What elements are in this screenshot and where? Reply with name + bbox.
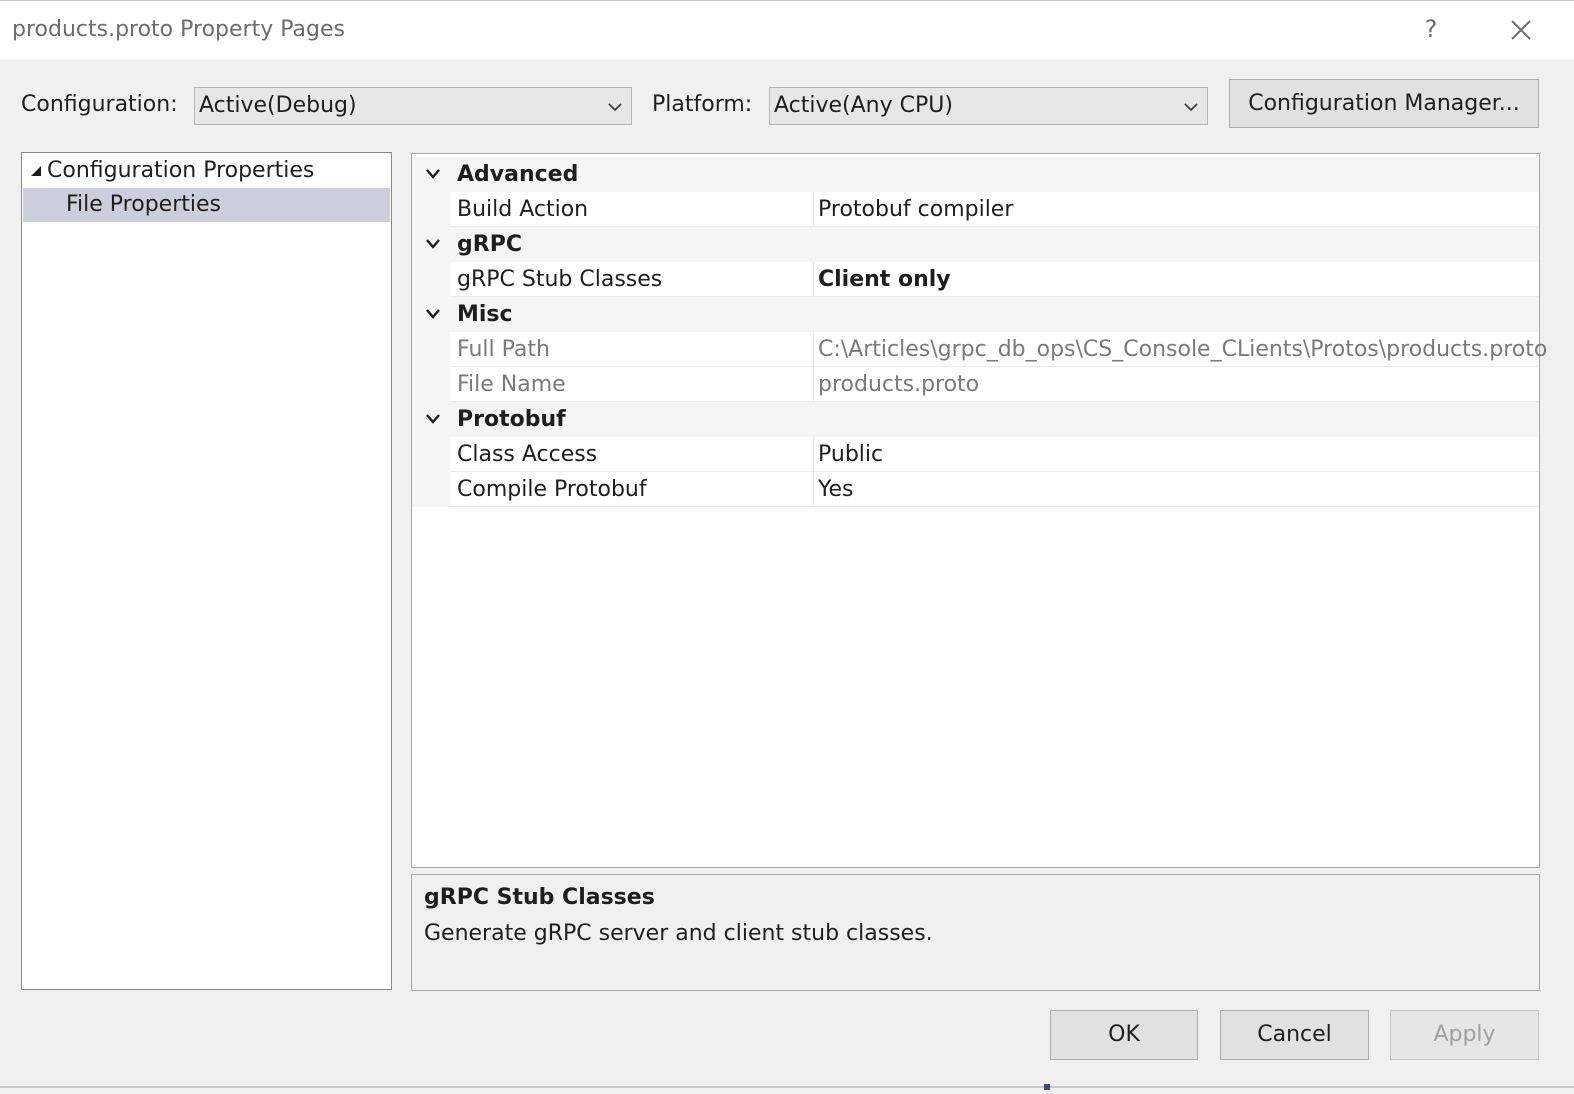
- chevron-down-icon[interactable]: [425, 413, 441, 425]
- close-button[interactable]: [1506, 15, 1536, 45]
- window-bottom-edge: [0, 1086, 1574, 1088]
- close-icon: [1511, 20, 1531, 40]
- property-name: Compile Protobuf: [457, 477, 647, 502]
- category-name: Protobuf: [457, 407, 566, 432]
- apply-button[interactable]: Apply: [1390, 1010, 1539, 1060]
- chevron-down-icon: [1184, 103, 1198, 112]
- row-gutter: [412, 472, 450, 507]
- configuration-value: Active(Debug): [199, 93, 357, 118]
- property-value[interactable]: Client only: [818, 267, 951, 292]
- property-name: gRPC Stub Classes: [457, 267, 663, 292]
- property-name: File Name: [457, 372, 566, 397]
- row-gutter: [412, 262, 450, 297]
- column-separator: [813, 192, 814, 227]
- category-grpc[interactable]: gRPC: [412, 227, 1539, 262]
- property-row-full-path[interactable]: Full Path C:\Articles\grpc_db_ops\CS_Con…: [412, 332, 1547, 367]
- property-name: Full Path: [457, 337, 550, 362]
- column-separator: [813, 472, 814, 507]
- property-row-build-action[interactable]: Build Action Protobuf compiler: [412, 192, 1539, 227]
- tree-item-file-properties[interactable]: File Properties: [66, 192, 221, 217]
- platform-label: Platform:: [652, 92, 753, 117]
- property-value[interactable]: products.proto: [818, 372, 979, 397]
- row-divider: [450, 506, 1539, 507]
- row-gutter: [412, 437, 450, 472]
- description-text: Generate gRPC server and client stub cla…: [424, 921, 933, 946]
- window-title: products.proto Property Pages: [12, 17, 345, 42]
- category-name: Advanced: [457, 162, 579, 187]
- collapse-triangle-icon[interactable]: [31, 166, 41, 176]
- property-value[interactable]: Protobuf compiler: [818, 197, 1013, 222]
- configuration-manager-button[interactable]: Configuration Manager...: [1229, 79, 1539, 128]
- column-separator: [813, 367, 814, 402]
- title-bar: products.proto Property Pages ?: [0, 0, 1574, 59]
- description-title: gRPC Stub Classes: [424, 885, 655, 910]
- row-gutter: [412, 367, 450, 402]
- chevron-down-icon[interactable]: [425, 238, 441, 250]
- property-row-compile-protobuf[interactable]: Compile Protobuf Yes: [412, 472, 1539, 507]
- chevron-down-icon[interactable]: [425, 308, 441, 320]
- property-name: Build Action: [457, 197, 589, 222]
- category-name: Misc: [457, 302, 513, 327]
- row-gutter: [412, 192, 450, 227]
- cancel-button[interactable]: Cancel: [1220, 1010, 1369, 1060]
- platform-value: Active(Any CPU): [774, 93, 953, 118]
- category-advanced[interactable]: Advanced: [412, 157, 1539, 192]
- property-value[interactable]: C:\Articles\grpc_db_ops\CS_Console_CLien…: [818, 337, 1547, 362]
- property-name: Class Access: [457, 442, 598, 467]
- resize-marker: [1044, 1084, 1050, 1090]
- column-separator: [813, 332, 814, 367]
- row-gutter: [412, 332, 450, 367]
- configuration-dropdown[interactable]: Active(Debug): [194, 87, 632, 125]
- property-value[interactable]: Yes: [818, 477, 854, 502]
- tree-item-configuration-properties[interactable]: Configuration Properties: [47, 158, 314, 183]
- platform-dropdown[interactable]: Active(Any CPU): [769, 87, 1208, 125]
- help-button[interactable]: ?: [1418, 11, 1444, 47]
- column-separator: [813, 437, 814, 472]
- configuration-label: Configuration:: [21, 92, 178, 117]
- property-value[interactable]: Public: [818, 442, 883, 467]
- property-row-file-name[interactable]: File Name products.proto: [412, 367, 1539, 402]
- property-row-grpc-stub-classes[interactable]: gRPC Stub Classes Client only: [412, 262, 1539, 297]
- chevron-down-icon[interactable]: [425, 168, 441, 180]
- category-protobuf[interactable]: Protobuf: [412, 402, 1539, 437]
- ok-button[interactable]: OK: [1050, 1010, 1198, 1060]
- category-tree: Configuration Properties File Properties: [21, 152, 392, 990]
- property-grid: Advanced Build Action Protobuf compiler …: [411, 153, 1547, 868]
- property-row-class-access[interactable]: Class Access Public: [412, 437, 1539, 472]
- column-separator: [813, 262, 814, 297]
- chevron-down-icon: [608, 103, 622, 112]
- category-misc[interactable]: Misc: [412, 297, 1539, 332]
- description-panel: gRPC Stub Classes Generate gRPC server a…: [411, 874, 1540, 991]
- category-name: gRPC: [457, 232, 522, 257]
